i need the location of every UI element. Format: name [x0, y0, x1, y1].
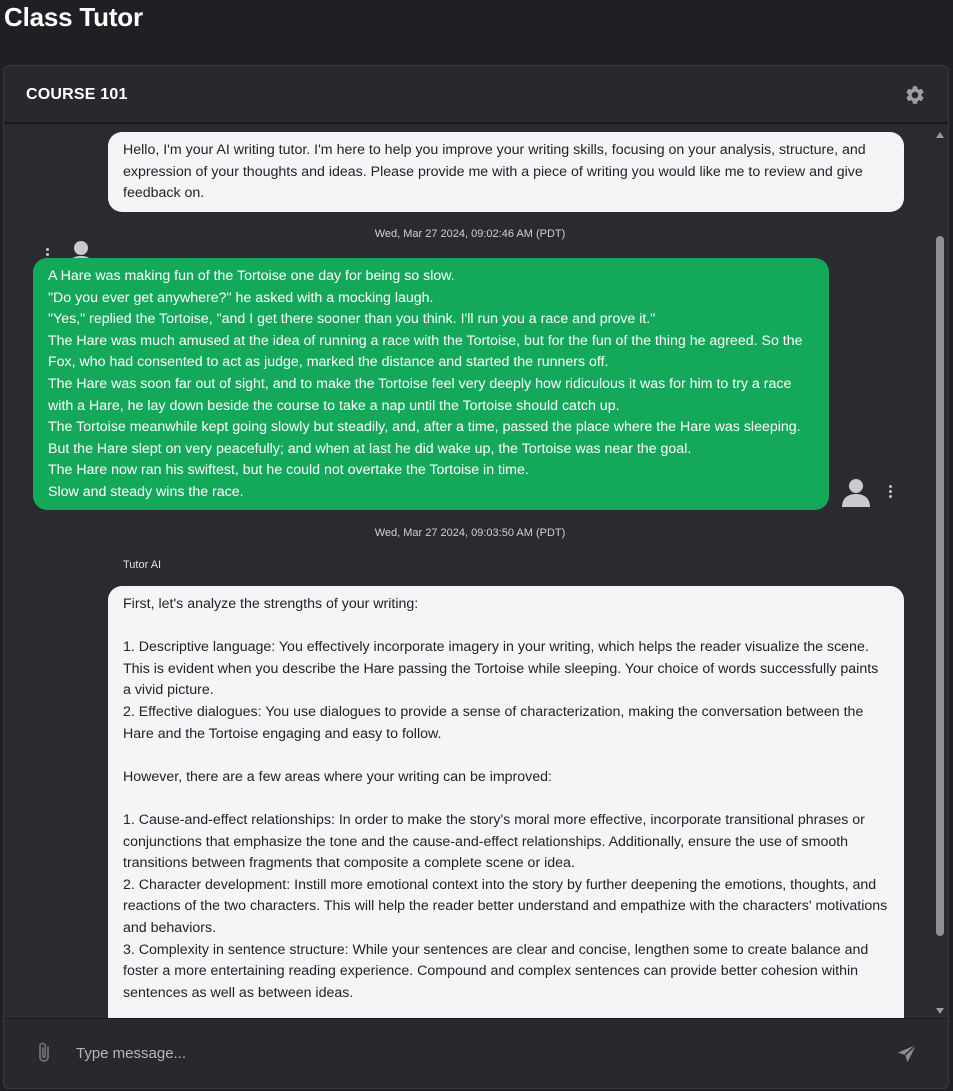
course-title: COURSE 101 [26, 86, 128, 103]
ai-message-bubble: First, let's analyze the strengths of yo… [108, 586, 904, 1018]
message-list[interactable]: Hello, I'm your AI writing tutor. I'm he… [4, 126, 936, 1018]
ai-message-bubble: Hello, I'm your AI writing tutor. I'm he… [108, 132, 904, 212]
message-input[interactable] [74, 1033, 854, 1073]
user-message-bubble: A Hare was making fun of the Tortoise on… [33, 258, 829, 510]
sender-name: Tutor AI [123, 559, 162, 571]
scrollbar-thumb[interactable] [936, 236, 944, 936]
scroll-down-icon[interactable] [936, 1008, 944, 1014]
user-avatar-icon [840, 476, 872, 508]
message-timestamp: Wed, Mar 27 2024, 09:02:46 AM (PDT) [374, 228, 566, 240]
chat-header: COURSE 101 [4, 66, 948, 124]
message-timestamp: Wed, Mar 27 2024, 09:03:50 AM (PDT) [374, 527, 566, 539]
gear-icon[interactable] [904, 84, 926, 106]
message-options-button[interactable] [885, 483, 895, 501]
app-title: Class Tutor [4, 2, 143, 32]
scroll-up-icon[interactable] [936, 132, 944, 138]
message-composer [4, 1018, 948, 1088]
scrollbar[interactable] [934, 128, 946, 1018]
chat-panel: COURSE 101 Hello, I'm your AI writing tu… [3, 65, 949, 1089]
send-icon[interactable] [896, 1043, 918, 1065]
paperclip-icon[interactable] [34, 1041, 54, 1065]
